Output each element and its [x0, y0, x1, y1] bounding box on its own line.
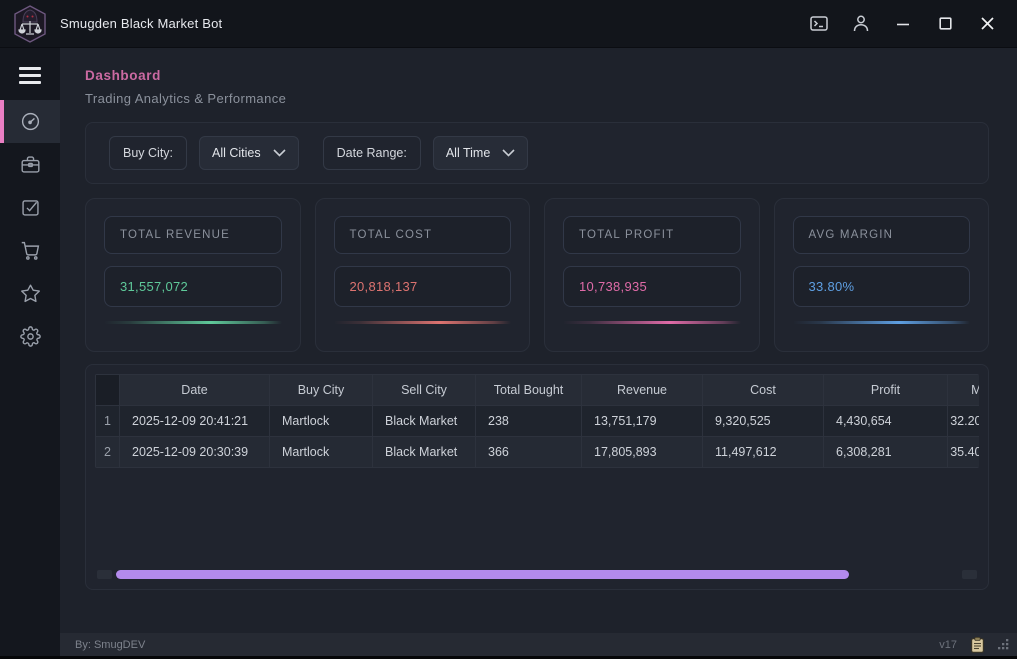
- scrollbar-track[interactable]: [116, 570, 958, 579]
- date-range-select[interactable]: All Time: [433, 136, 528, 170]
- star-icon: [20, 283, 41, 304]
- stat-accent-line: [793, 321, 971, 324]
- stat-value: 10,738,935: [579, 279, 725, 294]
- page-title: Dashboard: [85, 68, 989, 83]
- cell-buy-city: Martlock: [270, 406, 373, 437]
- cell-total-bought: 238: [476, 406, 582, 437]
- stat-value: 31,557,072: [120, 279, 266, 294]
- app-window: Smugden Black Market Bot: [0, 0, 1017, 659]
- cell-date: 2025-12-09 20:41:21: [120, 406, 270, 437]
- minimize-button[interactable]: [889, 10, 917, 38]
- sidebar-item-tasks[interactable]: [0, 186, 60, 229]
- menu-icon[interactable]: [0, 50, 60, 100]
- col-date[interactable]: Date: [120, 375, 270, 406]
- app-logo: [0, 4, 60, 44]
- cell-cost: 9,320,525: [703, 406, 824, 437]
- stat-card-total-revenue: TOTAL REVENUE 31,557,072: [85, 198, 301, 352]
- close-button[interactable]: [973, 10, 1001, 38]
- buy-city-select[interactable]: All Cities: [199, 136, 299, 170]
- cell-total-bought: 366: [476, 437, 582, 468]
- chevron-down-icon: [273, 149, 286, 157]
- buy-city-label: Buy City:: [109, 136, 187, 170]
- credit-text: By: SmugDEV: [75, 639, 145, 651]
- trades-table: Date Buy City Sell City Total Bought Rev…: [95, 374, 979, 468]
- sidebar-item-settings[interactable]: [0, 315, 60, 358]
- sidebar-item-briefcase[interactable]: [0, 143, 60, 186]
- date-range-value: All Time: [446, 146, 490, 160]
- col-sell-city[interactable]: Sell City: [373, 375, 476, 406]
- titlebar-controls: [805, 10, 1017, 38]
- col-rownum: [96, 375, 120, 406]
- page-subtitle: Trading Analytics & Performance: [85, 91, 989, 106]
- resize-grip-icon[interactable]: [998, 639, 1009, 650]
- stat-accent-line: [334, 321, 512, 324]
- clipboard-icon[interactable]: [971, 637, 984, 653]
- cell-sell-city: Black Market: [373, 406, 476, 437]
- sidebar-item-favorites[interactable]: [0, 272, 60, 315]
- cell-revenue: 13,751,179: [582, 406, 703, 437]
- chevron-down-icon: [502, 149, 515, 157]
- dashboard-gauge-icon: [20, 111, 41, 132]
- table-row[interactable]: 2 2025-12-09 20:30:39 Martlock Black Mar…: [96, 437, 980, 468]
- stat-accent-line: [104, 321, 282, 324]
- cell-date: 2025-12-09 20:30:39: [120, 437, 270, 468]
- col-cost[interactable]: Cost: [703, 375, 824, 406]
- cell-profit: 6,308,281: [824, 437, 948, 468]
- titlebar: Smugden Black Market Bot: [0, 0, 1017, 48]
- stat-value: 20,818,137: [350, 279, 496, 294]
- trades-table-panel: Date Buy City Sell City Total Bought Rev…: [85, 364, 989, 590]
- cart-icon: [20, 240, 41, 261]
- stat-label: TOTAL PROFIT: [579, 229, 725, 241]
- row-number: 1: [96, 406, 120, 437]
- cell-cost: 11,497,612: [703, 437, 824, 468]
- col-total-bought[interactable]: Total Bought: [476, 375, 582, 406]
- cell-buy-city: Martlock: [270, 437, 373, 468]
- cell-revenue: 17,805,893: [582, 437, 703, 468]
- stat-cards: TOTAL REVENUE 31,557,072 TOTAL COST 20,8…: [85, 198, 989, 352]
- stat-label: AVG MARGIN: [809, 229, 955, 241]
- cell-profit: 4,430,654: [824, 406, 948, 437]
- sidebar-item-cart[interactable]: [0, 229, 60, 272]
- stat-card-avg-margin: AVG MARGIN 33.80%: [774, 198, 990, 352]
- cell-margin-clipped: 32.20: [948, 406, 980, 437]
- horizontal-scrollbar: [95, 569, 979, 579]
- stat-accent-line: [563, 321, 741, 324]
- cell-margin-clipped: 35.40: [948, 437, 980, 468]
- app-title: Smugden Black Market Bot: [60, 16, 222, 31]
- stat-value: 33.80%: [809, 279, 955, 294]
- cell-sell-city: Black Market: [373, 437, 476, 468]
- maximize-button[interactable]: [931, 10, 959, 38]
- stat-card-total-profit: TOTAL PROFIT 10,738,935: [544, 198, 760, 352]
- scroll-left-button[interactable]: [97, 570, 112, 579]
- table-header-row: Date Buy City Sell City Total Bought Rev…: [96, 375, 980, 406]
- user-icon[interactable]: [847, 10, 875, 38]
- sidebar-item-dashboard[interactable]: [0, 100, 60, 143]
- stat-card-total-cost: TOTAL COST 20,818,137: [315, 198, 531, 352]
- filter-bar: Buy City: All Cities Date Range: All Tim…: [85, 122, 989, 184]
- terminal-icon[interactable]: [805, 10, 833, 38]
- scrollbar-thumb[interactable]: [116, 570, 849, 579]
- date-range-label: Date Range:: [323, 136, 421, 170]
- row-number: 2: [96, 437, 120, 468]
- buy-city-value: All Cities: [212, 146, 261, 160]
- table-row[interactable]: 1 2025-12-09 20:41:21 Martlock Black Mar…: [96, 406, 980, 437]
- stat-label: TOTAL COST: [350, 229, 496, 241]
- gear-icon: [20, 326, 41, 347]
- status-bar: By: SmugDEV v17: [60, 633, 1017, 656]
- col-revenue[interactable]: Revenue: [582, 375, 703, 406]
- col-profit[interactable]: Profit: [824, 375, 948, 406]
- stat-label: TOTAL REVENUE: [120, 229, 266, 241]
- scroll-right-button[interactable]: [962, 570, 977, 579]
- briefcase-icon: [20, 154, 41, 175]
- sidebar: [0, 48, 60, 656]
- version-text: v17: [939, 639, 957, 651]
- scales-logo-icon: [12, 4, 48, 44]
- col-buy-city[interactable]: Buy City: [270, 375, 373, 406]
- task-check-icon: [20, 197, 41, 218]
- col-margin-clipped[interactable]: M: [948, 375, 980, 406]
- main-content: Dashboard Trading Analytics & Performanc…: [60, 48, 1017, 633]
